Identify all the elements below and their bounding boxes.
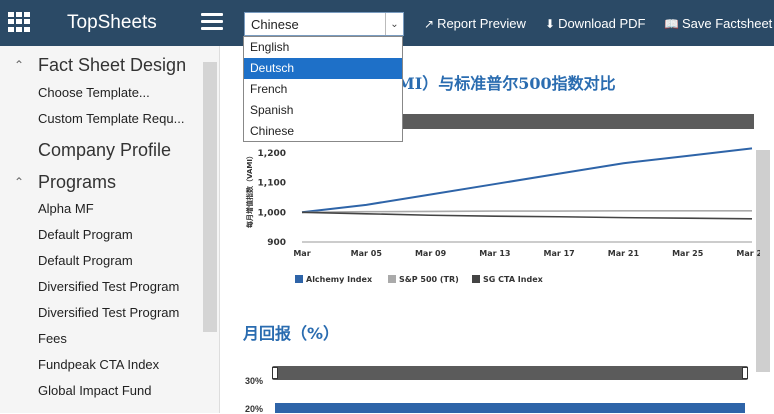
sidebar-item-program[interactable]: Fees bbox=[38, 331, 67, 346]
download-pdf-label: Download PDF bbox=[558, 16, 646, 31]
monthly-return-title: 月回报（%） bbox=[243, 324, 340, 343]
sidebar-item-program[interactable]: Default Program bbox=[38, 227, 133, 242]
x-tick-label: Mar bbox=[293, 249, 310, 258]
x-tick-label: Mar 25 bbox=[672, 249, 704, 258]
language-option[interactable]: Spanish bbox=[244, 100, 402, 121]
y-tick-label: 1,200 bbox=[258, 149, 286, 159]
sidebar-item-program[interactable]: Alpha MF bbox=[38, 201, 94, 216]
language-dropdown[interactable]: English Deutsch French Spanish Chinese bbox=[243, 36, 403, 142]
language-option[interactable]: French bbox=[244, 79, 402, 100]
menu-icon[interactable] bbox=[201, 13, 223, 31]
vami-line-chart: 900 1,000 1,100 1,200 每月增值指数（VAMI） Mar Mar 05 M… bbox=[245, 147, 760, 284]
report-preview-label: Report Preview bbox=[437, 16, 526, 31]
sidebar: ⌃ Fact Sheet Design Choose Template... C… bbox=[0, 46, 220, 413]
legend-swatch bbox=[295, 275, 303, 283]
legend-entry: SG CTA Index bbox=[483, 275, 544, 284]
collapse-caret-icon[interactable]: ⌃ bbox=[14, 58, 24, 72]
y-tick-label: 30% bbox=[245, 376, 264, 386]
language-option[interactable]: Chinese bbox=[244, 121, 402, 142]
sidebar-item-custom-template[interactable]: Custom Template Requ... bbox=[38, 111, 184, 126]
sidebar-item-program[interactable]: Diversified Test Program bbox=[38, 305, 179, 320]
collapse-caret-icon[interactable]: ⌃ bbox=[14, 175, 24, 189]
legend-swatch bbox=[388, 275, 396, 283]
download-pdf-button[interactable]: ⬇ Download PDF bbox=[545, 16, 646, 31]
x-tick-label: Mar 05 bbox=[351, 249, 383, 258]
chevron-down-icon[interactable]: ⌄ bbox=[385, 13, 403, 35]
download-icon: ⬇ bbox=[545, 17, 556, 31]
chart-title: MI）与标准普尔500指数对比 bbox=[397, 74, 616, 93]
range-slider[interactable] bbox=[272, 366, 748, 380]
y-tick-label: 1,000 bbox=[258, 208, 286, 218]
slider-handle-left[interactable] bbox=[272, 367, 278, 379]
apps-grid-icon[interactable] bbox=[8, 12, 30, 32]
sidebar-heading-fact-sheet-design[interactable]: Fact Sheet Design bbox=[38, 55, 186, 76]
sidebar-item-choose-template[interactable]: Choose Template... bbox=[38, 85, 150, 100]
language-option[interactable]: Deutsch bbox=[244, 58, 402, 79]
report-preview-button[interactable]: ↗ Report Preview bbox=[424, 16, 526, 31]
app-title: TopSheets bbox=[67, 12, 157, 33]
x-tick-label: Mar 21 bbox=[608, 249, 640, 258]
external-link-icon: ↗ bbox=[424, 17, 435, 31]
language-option[interactable]: English bbox=[244, 37, 402, 58]
sidebar-item-program[interactable]: Default Program bbox=[38, 253, 133, 268]
sidebar-heading-company-profile[interactable]: Company Profile bbox=[38, 140, 171, 161]
sidebar-heading-programs[interactable]: Programs bbox=[38, 172, 116, 193]
y-axis-label: 每月增值指数（VAMI） bbox=[245, 152, 254, 228]
x-tick-label: Mar 29 bbox=[736, 249, 760, 258]
sidebar-item-program[interactable]: Global Impact Fund bbox=[38, 383, 151, 398]
language-select-value: Chinese bbox=[251, 17, 299, 32]
x-tick-label: Mar 17 bbox=[544, 249, 575, 258]
series-line bbox=[301, 210, 752, 214]
book-icon: 📖 bbox=[664, 17, 679, 31]
language-select[interactable]: Chinese ⌄ bbox=[244, 12, 404, 36]
y-tick-label: 1,100 bbox=[258, 179, 286, 189]
series-line bbox=[301, 147, 753, 214]
save-factsheet-button[interactable]: 📖 Save Factsheet bbox=[664, 16, 772, 31]
x-tick-label: Mar 09 bbox=[415, 249, 447, 258]
x-tick-label: Mar 13 bbox=[479, 249, 510, 258]
sidebar-scrollbar[interactable] bbox=[203, 62, 217, 332]
legend-swatch bbox=[472, 275, 480, 283]
sidebar-item-program[interactable]: Diversified Test Program bbox=[38, 279, 179, 294]
monthly-return-bar bbox=[275, 403, 745, 413]
legend-entry: S&P 500 (TR) bbox=[399, 275, 459, 284]
legend-entry: Alchemy Index bbox=[306, 275, 373, 284]
slider-handle-right[interactable] bbox=[742, 367, 748, 379]
save-factsheet-label: Save Factsheet bbox=[681, 16, 773, 31]
sidebar-item-program[interactable]: Fundpeak CTA Index bbox=[38, 357, 159, 372]
series-line bbox=[301, 211, 753, 220]
y-tick-label: 900 bbox=[267, 238, 286, 248]
